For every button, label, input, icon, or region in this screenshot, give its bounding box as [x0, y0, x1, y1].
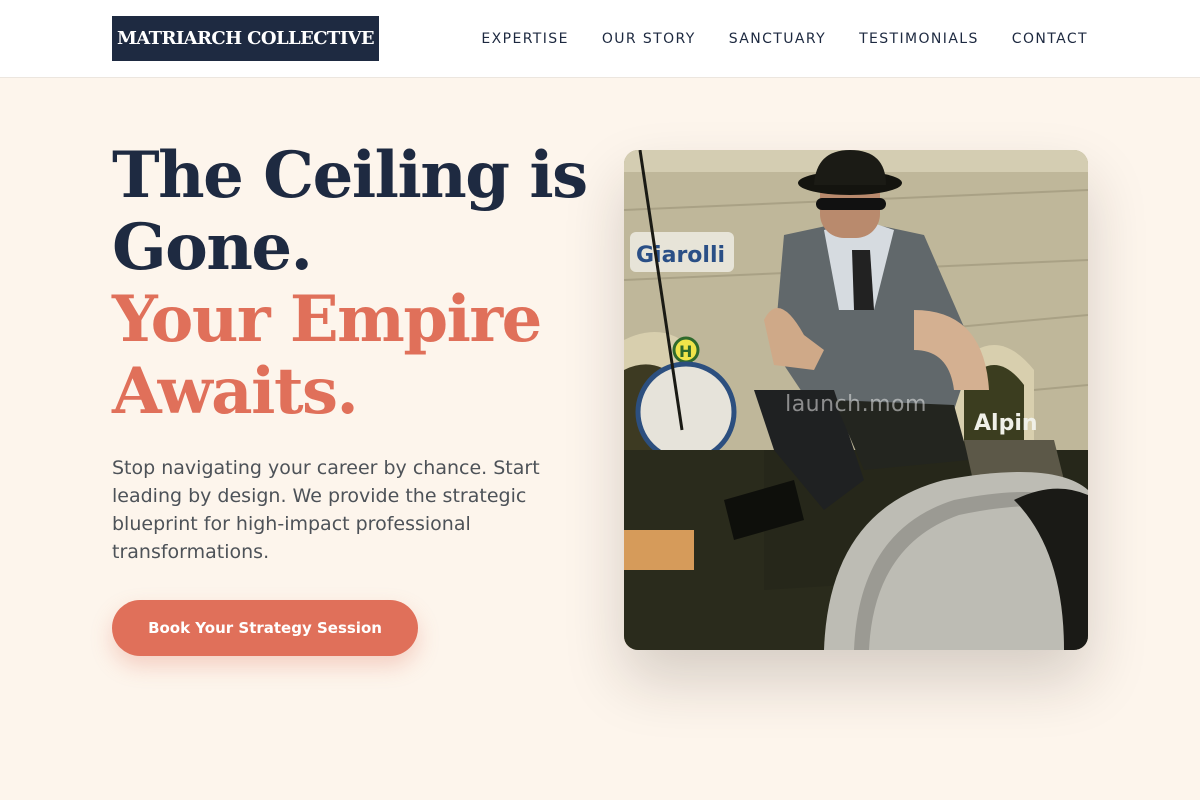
sign-h: H	[679, 342, 692, 361]
nav-link-our-story[interactable]: OUR STORY	[602, 31, 696, 47]
nav-link-contact[interactable]: CONTACT	[1012, 31, 1088, 47]
hero-text: The Ceiling is Gone. Your Empire Awaits.…	[112, 138, 588, 566]
hero-headline: The Ceiling is Gone. Your Empire Awaits.	[112, 138, 588, 429]
headline-line-1: The Ceiling is	[112, 138, 588, 213]
nav-link-testimonials[interactable]: TESTIMONIALS	[859, 31, 979, 47]
nav-link-expertise[interactable]: EXPERTISE	[481, 31, 568, 47]
brand-logo[interactable]: MATRIARCH COLLECTIVE	[112, 16, 379, 61]
hero-photo: Giarolli H Alpin launch.mom	[624, 150, 1088, 650]
photo-watermark: launch.mom	[785, 392, 927, 417]
main-nav: EXPERTISE OUR STORY SANCTUARY TESTIMONIA…	[481, 0, 1088, 78]
book-strategy-session-button[interactable]: Book Your Strategy Session	[112, 600, 418, 656]
headline-accent-line-2: Awaits.	[112, 354, 359, 429]
headline-line-2: Gone.	[112, 210, 313, 285]
hero-subtext: Stop navigating your career by chance. S…	[112, 457, 540, 563]
nav-link-sanctuary[interactable]: SANCTUARY	[729, 31, 826, 47]
sign-giarolli: Giarolli	[636, 243, 725, 268]
headline-accent-line-1: Your Empire	[112, 282, 542, 357]
site-header: MATRIARCH COLLECTIVE EXPERTISE OUR STORY…	[0, 0, 1200, 78]
